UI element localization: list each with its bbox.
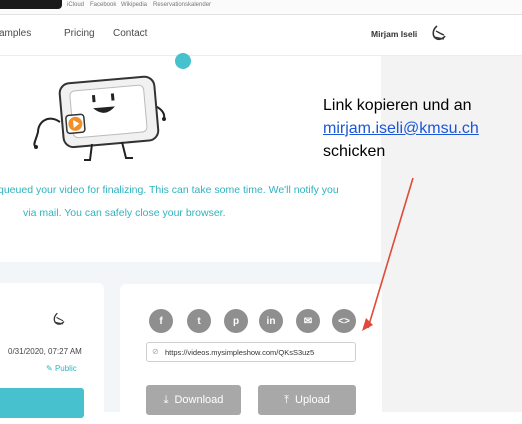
bookmark-icloud[interactable]: iCloud xyxy=(67,2,84,8)
download-icon: ⤓ xyxy=(163,393,169,406)
download-label: Download xyxy=(174,394,224,406)
share-url-input[interactable] xyxy=(165,345,353,359)
bookmark-facebook[interactable]: Facebook xyxy=(90,2,116,8)
nav-pricing[interactable]: Pricing xyxy=(64,28,95,39)
play-button[interactable] xyxy=(0,388,84,418)
mail-icon[interactable]: ✉ xyxy=(296,309,320,333)
twitter-icon[interactable]: t xyxy=(187,309,211,333)
visibility-public[interactable]: ✎ Public xyxy=(46,364,77,373)
nav-contact[interactable]: Contact xyxy=(113,28,147,39)
video-date: 0/31/2020, 07:27 AM xyxy=(8,347,82,356)
embed-icon[interactable]: <> xyxy=(332,309,356,333)
status-message-line2: via mail. You can safely close your brow… xyxy=(23,207,226,219)
annotation-line1: Link kopieren und an xyxy=(323,97,472,114)
status-message-line1: queued your video for finalizing. This c… xyxy=(0,184,339,196)
visibility-label: Public xyxy=(54,364,77,373)
bookmark-reservationskalender[interactable]: Reservationskalender xyxy=(153,2,211,8)
bookmarks-bar: iCloud Facebook Wikipedia Reservationska… xyxy=(0,0,522,15)
bookmark-wikipedia[interactable]: Wikipedia xyxy=(121,2,147,8)
upload-button[interactable]: ⤒ Upload xyxy=(258,385,356,415)
tab-strip-edge xyxy=(0,0,62,9)
linkedin-icon[interactable]: in xyxy=(259,309,283,333)
upload-label: Upload xyxy=(295,394,330,406)
user-name[interactable]: Mirjam Iseli xyxy=(371,29,417,39)
annotation-line3: schicken xyxy=(323,143,386,160)
annotation-note: Link kopieren und an mirjam.iseli@kmsu.c… xyxy=(323,94,479,163)
pencil-icon: ✎ xyxy=(46,364,53,373)
link-icon: ⊘ xyxy=(152,347,159,356)
decor-dot xyxy=(175,53,191,69)
annotation-email[interactable]: mirjam.iseli@kmsu.ch xyxy=(323,117,479,140)
owner-avatar xyxy=(53,312,65,325)
facebook-icon[interactable]: f xyxy=(149,309,173,333)
avatar[interactable] xyxy=(428,22,450,44)
tv-mascot-illustration xyxy=(33,75,166,161)
pinterest-icon[interactable]: p xyxy=(224,309,248,333)
top-navigation: amples Pricing Contact Mirjam Iseli xyxy=(0,15,522,56)
share-url-field: ⊘ xyxy=(146,342,356,362)
upload-icon: ⤒ xyxy=(284,393,289,406)
download-button[interactable]: ⤓ Download xyxy=(146,385,241,415)
nav-examples[interactable]: amples xyxy=(0,28,31,39)
